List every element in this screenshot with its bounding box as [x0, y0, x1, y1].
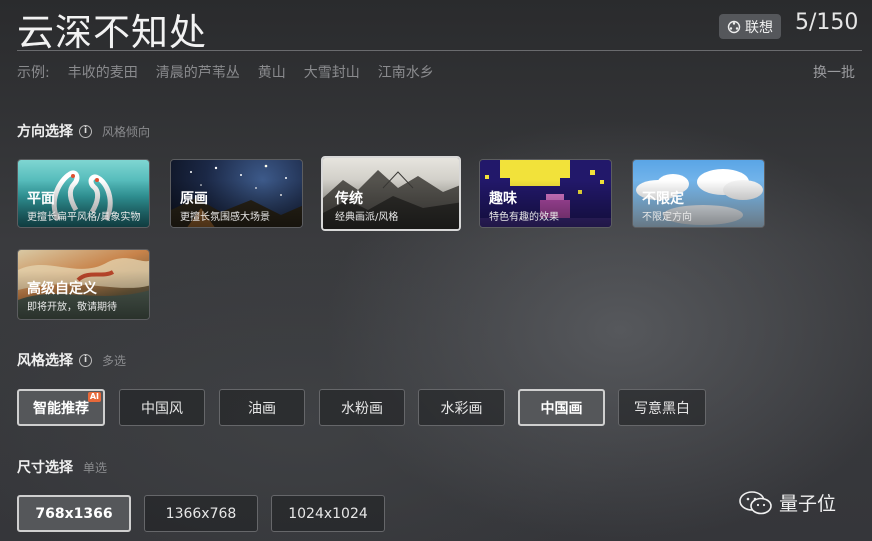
direction-section-header: 方向选择 i 风格倾向	[17, 121, 150, 141]
chip-label: 1024x1024	[288, 505, 368, 522]
example-item[interactable]: 清晨的芦苇丛	[156, 62, 240, 82]
card-description: 经典画派/风格	[335, 212, 399, 223]
size-section-header: 尺寸选择 单选	[17, 457, 107, 477]
wechat-icon	[739, 490, 772, 514]
direction-subtitle: 风格倾向	[102, 124, 151, 139]
refresh-examples-button[interactable]: 换一批	[813, 62, 855, 82]
chip-label: 水粉画	[341, 400, 383, 417]
char-counter: 5/150	[795, 10, 859, 35]
card-title: 原画	[180, 191, 208, 207]
style-subtitle: 多选	[102, 353, 127, 368]
size-chip-1024x1024[interactable]: 1024x1024	[271, 495, 385, 532]
chip-label: 中国风	[141, 400, 183, 417]
chip-label: 中国画	[540, 400, 583, 417]
card-description: 不限定方向	[642, 212, 692, 223]
chip-label: 油画	[248, 400, 276, 417]
associate-label: 联想	[745, 19, 773, 36]
style-chip-chinese-painting[interactable]: 中国画	[518, 389, 605, 426]
direction-card-fun[interactable]: 趣味 特色有趣的效果	[479, 159, 612, 228]
style-chip-gouache[interactable]: 水粉画	[319, 389, 405, 426]
example-item[interactable]: 黄山	[258, 62, 286, 82]
associate-button[interactable]: 联想	[719, 14, 781, 39]
style-chip-watercolor[interactable]: 水彩画	[418, 389, 505, 426]
card-title: 高级自定义	[27, 281, 97, 297]
card-title: 传统	[335, 191, 363, 207]
direction-card-flat[interactable]: 平面 更擅长扁平风格/具象实物	[17, 159, 150, 228]
sparkle-cube-icon	[727, 20, 741, 33]
direction-card-advanced-custom[interactable]: 高级自定义 即将开放，敬请期待	[17, 249, 150, 320]
size-title: 尺寸选择	[17, 460, 73, 476]
card-description: 即将开放，敬请期待	[27, 302, 117, 313]
card-description: 更擅长扁平风格/具象实物	[27, 212, 141, 223]
example-item[interactable]: 江南水乡	[378, 62, 434, 82]
prompt-input[interactable]: 云深不知处	[17, 2, 207, 56]
chip-label: 写意黑白	[634, 400, 690, 417]
style-chip-chinese-style[interactable]: 中国风	[119, 389, 205, 426]
prompt-underline	[17, 50, 862, 51]
direction-card-traditional[interactable]: 传统 经典画派/风格	[321, 156, 461, 231]
style-section-header: 风格选择 i 多选	[17, 350, 126, 370]
size-chip-1366x768[interactable]: 1366x768	[144, 495, 258, 532]
direction-title: 方向选择	[17, 124, 73, 140]
card-title: 趣味	[489, 191, 517, 207]
example-item[interactable]: 丰收的麦田	[68, 62, 138, 82]
style-chip-oil-painting[interactable]: 油画	[219, 389, 305, 426]
direction-card-concept-art[interactable]: 原画 更擅长氛围感大场景	[170, 159, 303, 228]
info-icon[interactable]: i	[79, 353, 92, 367]
card-title: 平面	[27, 191, 55, 207]
chip-label: 768x1366	[35, 505, 113, 522]
chip-label: 智能推荐	[33, 400, 89, 417]
example-prompts: 示例: 丰收的麦田 清晨的芦苇丛 黄山 大雪封山 江南水乡	[17, 62, 452, 82]
watermark-text: 量子位	[779, 493, 837, 515]
style-chip-freehand-bw[interactable]: 写意黑白	[618, 389, 706, 426]
card-title: 不限定	[642, 191, 684, 207]
style-chip-smart-recommend[interactable]: 智能推荐 AI	[17, 389, 105, 426]
size-subtitle: 单选	[83, 460, 108, 475]
example-item[interactable]: 大雪封山	[304, 62, 360, 82]
style-title: 风格选择	[17, 353, 73, 369]
card-description: 更擅长氛围感大场景	[180, 212, 270, 223]
chip-label: 水彩画	[440, 400, 483, 417]
direction-card-unrestricted[interactable]: 不限定 不限定方向	[632, 159, 765, 228]
card-description: 特色有趣的效果	[489, 212, 559, 223]
size-chip-768x1366[interactable]: 768x1366	[17, 495, 131, 532]
info-icon[interactable]: i	[79, 124, 92, 138]
ai-badge: AI	[87, 392, 101, 402]
examples-prefix: 示例:	[17, 65, 50, 81]
watermark: 量子位	[739, 489, 836, 516]
chip-label: 1366x768	[165, 505, 237, 522]
